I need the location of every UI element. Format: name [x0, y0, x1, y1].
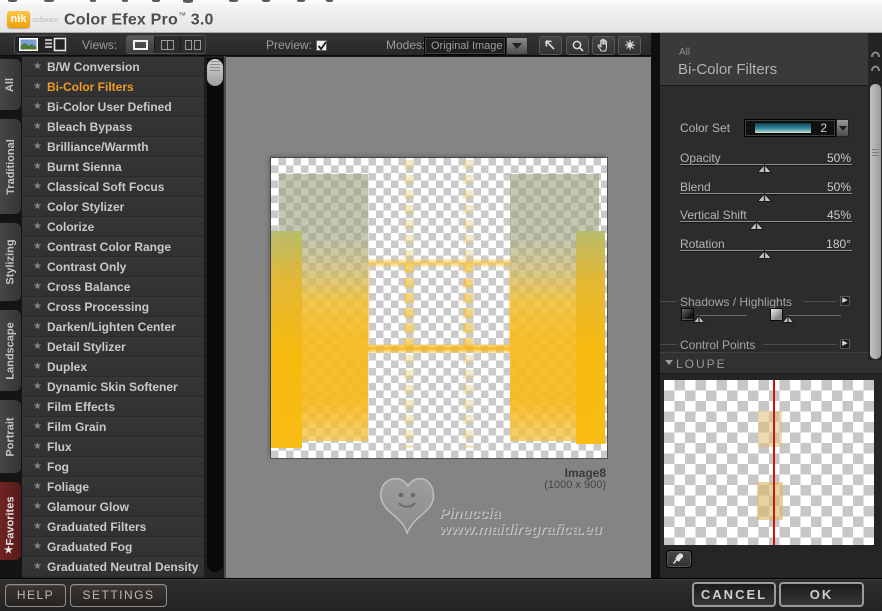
svg-text:Pinuccia: Pinuccia — [439, 505, 501, 522]
svg-text:www.maidiregrafica.eu: www.maidiregrafica.eu — [439, 521, 602, 538]
